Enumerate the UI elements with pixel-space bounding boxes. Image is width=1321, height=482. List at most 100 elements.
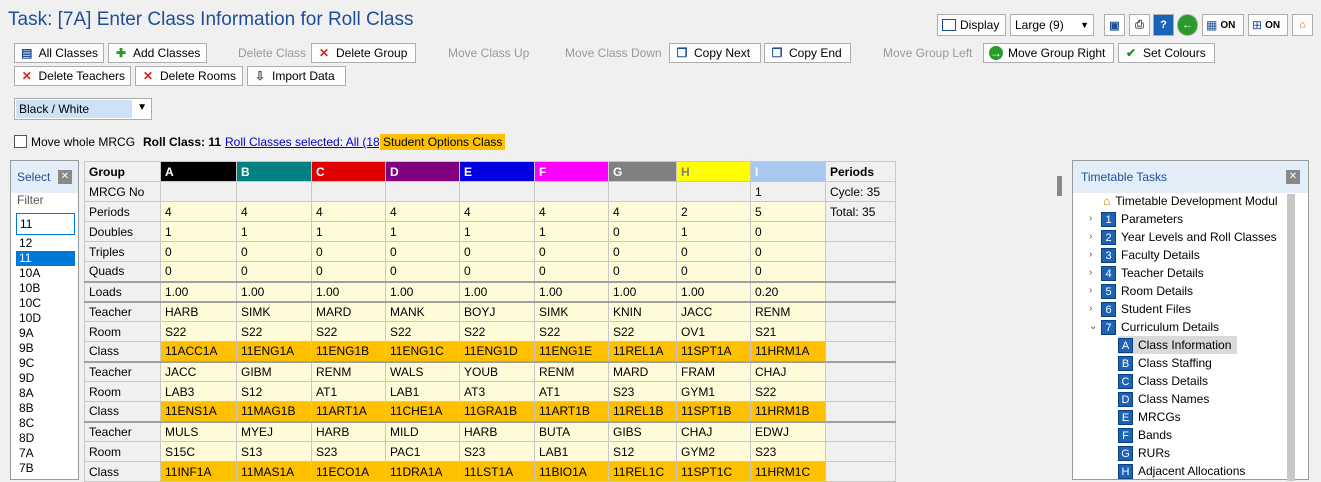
grid-cell[interactable]: GYM2	[676, 441, 751, 462]
grid-cell[interactable]: 1.00	[459, 280, 535, 302]
grid-cell[interactable]: 1.00	[676, 280, 751, 302]
move-class-down-button[interactable]: Move Class Down	[536, 43, 665, 63]
tasks-scrollbar[interactable]	[1287, 194, 1295, 481]
grid-cell[interactable]: 11ART1A	[311, 401, 386, 422]
grid-cell[interactable]: 0	[160, 241, 237, 262]
grid-cell[interactable]: 1.00	[608, 280, 677, 302]
add-classes-button[interactable]: ✚ Add Classes	[108, 43, 207, 63]
grid-cell[interactable]: 0	[534, 261, 609, 282]
grid-cell[interactable]: 0	[311, 241, 386, 262]
delete-rooms-button[interactable]: ✕ Delete Rooms	[135, 66, 243, 86]
move-class-up-button[interactable]: Move Class Up	[420, 43, 532, 63]
grid-cell[interactable]: JACC	[160, 360, 237, 382]
grid-cell[interactable]: 0.20	[750, 280, 826, 302]
grid-cell[interactable]: 11REL1C	[608, 461, 677, 482]
grid-cell[interactable]: S22	[459, 321, 535, 342]
grid-cell[interactable]: S22	[608, 321, 677, 342]
grid-cell[interactable]: S12	[608, 441, 677, 462]
grid-cell[interactable]: AT1	[534, 381, 609, 402]
grid-cell[interactable]: S13	[236, 441, 312, 462]
print-icon[interactable]: ⎙	[1129, 14, 1150, 36]
copy-next-button[interactable]: ❐ Copy Next	[669, 43, 761, 63]
grid-cell[interactable]: LAB1	[534, 441, 609, 462]
grid-cell[interactable]: 4	[160, 201, 237, 222]
chevron-right-icon[interactable]: ›	[1089, 213, 1092, 224]
set-colours-button[interactable]: ✔ Set Colours	[1118, 43, 1215, 63]
home-icon[interactable]: ⌂	[1292, 14, 1313, 36]
tree-subitem[interactable]: A Class Information	[1118, 336, 1238, 354]
tree-item[interactable]: 3 Faculty Details	[1101, 246, 1200, 264]
grid-cell[interactable]: 11ACC1A	[160, 341, 237, 362]
move-group-right-button[interactable]: → Move Group Right	[983, 43, 1114, 63]
grid-cell[interactable]: 11DRA1A	[385, 461, 460, 482]
grid-cell[interactable]: S22	[385, 321, 460, 342]
grid-cell[interactable]: 11MAS1A	[236, 461, 312, 482]
chevron-right-icon[interactable]: ›	[1089, 249, 1092, 260]
grid-cell[interactable]: LAB1	[385, 381, 460, 402]
grid-cell[interactable]: 11BIO1A	[534, 461, 609, 482]
grid-cell[interactable]: 11ENG1E	[534, 341, 609, 362]
grid-cell[interactable]: S22	[750, 381, 826, 402]
grid-cell[interactable]: 4	[385, 201, 460, 222]
grid-cell[interactable]: 1.00	[385, 280, 460, 302]
grid-cell[interactable]: RENM	[311, 360, 386, 382]
roll-classes-selected-link[interactable]: Roll Classes selected: All (18)	[225, 135, 384, 149]
grid-cell[interactable]: MULS	[160, 420, 237, 442]
grid-cell[interactable]: 1.00	[534, 280, 609, 302]
grid-cell[interactable]: S22	[236, 321, 312, 342]
grid-cell[interactable]: HARB	[459, 420, 535, 442]
close-icon[interactable]: ✕	[1286, 170, 1300, 184]
grid-cell[interactable]: GIBM	[236, 360, 312, 382]
grid-cell[interactable]: MARD	[608, 360, 677, 382]
grid-cell[interactable]: 11ENS1A	[160, 401, 237, 422]
column-header-e[interactable]: E	[459, 161, 535, 182]
grid-cell[interactable]: S12	[236, 381, 312, 402]
grid-cell[interactable]: 0	[160, 261, 237, 282]
grid-cell[interactable]: WALS	[385, 360, 460, 382]
grid-cell[interactable]: 1.00	[236, 280, 312, 302]
grid-cell[interactable]: 0	[459, 241, 535, 262]
grid-cell[interactable]	[311, 181, 386, 202]
grid-cell[interactable]: YOUB	[459, 360, 535, 382]
list-item[interactable]: 10C	[16, 296, 75, 311]
list-item[interactable]: 9B	[16, 341, 75, 356]
grid-cell[interactable]	[160, 181, 237, 202]
grid-cell[interactable]: 0	[676, 241, 751, 262]
grid-cell[interactable]: S22	[160, 321, 237, 342]
filter-input[interactable]: 11	[16, 213, 75, 235]
help-icon[interactable]: ?	[1153, 14, 1174, 36]
grid-cell[interactable]: 4	[534, 201, 609, 222]
list-item[interactable]: 12	[16, 236, 75, 251]
close-icon[interactable]: ✕	[58, 170, 72, 184]
grid-cell[interactable]: 11REL1B	[608, 401, 677, 422]
grid-cell[interactable]: 5	[750, 201, 826, 222]
grid-cell[interactable]: 11ENG1A	[236, 341, 312, 362]
size-select[interactable]: Large (9) ▼	[1010, 14, 1094, 36]
grid-cell[interactable]: 11HRM1B	[750, 401, 826, 422]
grid-cell[interactable]: S22	[311, 321, 386, 342]
column-header-f[interactable]: F	[534, 161, 609, 182]
grid-cell[interactable]: 4	[311, 201, 386, 222]
list-item[interactable]: 8B	[16, 401, 75, 416]
grid-cell[interactable]: 4	[459, 201, 535, 222]
grid-cell[interactable]: MARD	[311, 300, 386, 322]
tree-subitem[interactable]: H Adjacent Allocations	[1118, 462, 1245, 480]
grid-cell[interactable]: 0	[236, 241, 312, 262]
delete-class-button[interactable]: Delete Class	[211, 43, 307, 63]
tree-subitem[interactable]: B Class Staffing	[1118, 354, 1212, 372]
back-icon[interactable]: ←	[1177, 14, 1198, 36]
grid-cell[interactable]: BOYJ	[459, 300, 535, 322]
grid-cell[interactable]: PAC1	[385, 441, 460, 462]
grid-cell[interactable]: 0	[676, 261, 751, 282]
grid-cell[interactable]: SIMK	[534, 300, 609, 322]
grid-cell[interactable]: KNIN	[608, 300, 677, 322]
tree-subitem[interactable]: G RURs	[1118, 444, 1170, 462]
grid-cell[interactable]: 4	[236, 201, 312, 222]
grid-cell[interactable]: 11MAG1B	[236, 401, 312, 422]
grid-cell[interactable]	[236, 181, 312, 202]
grid-cell[interactable]: CHAJ	[676, 420, 751, 442]
grid-cell[interactable]: 1	[160, 221, 237, 242]
column-header-i[interactable]: I	[750, 161, 826, 182]
grid-cell[interactable]	[459, 181, 535, 202]
grid-cell[interactable]: S15C	[160, 441, 237, 462]
